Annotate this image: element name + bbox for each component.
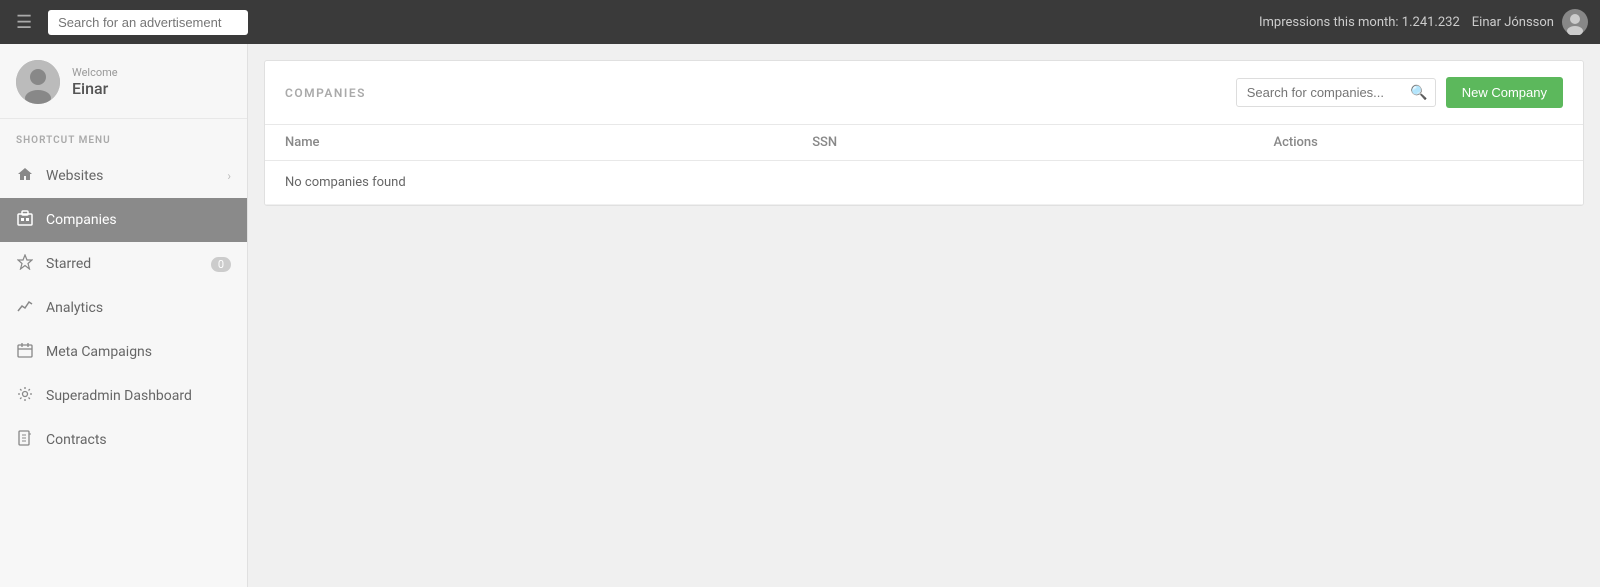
home-icon [16, 166, 34, 186]
analytics-icon [16, 298, 34, 318]
column-ssn: SSN [792, 125, 1253, 161]
star-icon [16, 254, 34, 274]
sidebar-item-label: Superadmin Dashboard [46, 388, 231, 404]
calendar-icon [16, 342, 34, 362]
welcome-label: Welcome [72, 66, 118, 79]
sidebar-item-label: Starred [46, 256, 199, 272]
sidebar-item-superadmin[interactable]: Superadmin Dashboard [0, 374, 247, 418]
main-layout: Welcome Einar SHORTCUT MENU Websites › [0, 44, 1600, 587]
gear-icon [16, 386, 34, 406]
sidebar-item-starred[interactable]: Starred 0 [0, 242, 247, 286]
main-content: COMPANIES 🔍 New Company Name SSN Actions [248, 44, 1600, 587]
companies-table: Name SSN Actions No companies found [265, 125, 1583, 205]
navbar: ☰ Impressions this month: 1.241.232 Eina… [0, 0, 1600, 44]
sidebar-user-info: Welcome Einar [72, 66, 118, 98]
new-company-button[interactable]: New Company [1446, 77, 1563, 108]
header-right: 🔍 New Company [1236, 77, 1563, 108]
document-icon [16, 430, 34, 450]
companies-title: COMPANIES [285, 86, 366, 100]
sidebar-item-analytics[interactable]: Analytics [0, 286, 247, 330]
empty-message: No companies found [265, 161, 1583, 205]
table-row-empty: No companies found [265, 161, 1583, 205]
sidebar: Welcome Einar SHORTCUT MENU Websites › [0, 44, 248, 587]
starred-badge: 0 [211, 257, 231, 272]
sidebar-section-label: SHORTCUT MENU [0, 119, 247, 154]
search-advertisement-input[interactable] [48, 10, 248, 35]
user-info: Einar Jónsson [1472, 9, 1588, 35]
impressions-label: Impressions this month: 1.241.232 [1259, 15, 1460, 30]
sidebar-item-label: Websites [46, 168, 215, 184]
chevron-right-icon: › [227, 169, 231, 183]
sidebar-item-label: Contracts [46, 432, 231, 448]
column-actions: Actions [1253, 125, 1583, 161]
sidebar-item-companies[interactable]: Companies [0, 198, 247, 242]
sidebar-item-label: Meta Campaigns [46, 344, 231, 360]
table-header: Name SSN Actions [265, 125, 1583, 161]
sidebar-item-label: Analytics [46, 300, 231, 316]
column-name: Name [265, 125, 792, 161]
user-avatar-icon [1562, 9, 1588, 35]
username-label: Einar Jónsson [1472, 15, 1554, 30]
companies-icon [16, 210, 34, 230]
sidebar-item-meta-campaigns[interactable]: Meta Campaigns [0, 330, 247, 374]
search-companies-input[interactable] [1236, 78, 1436, 107]
hamburger-menu-icon[interactable]: ☰ [12, 8, 36, 37]
companies-card: COMPANIES 🔍 New Company Name SSN Actions [264, 60, 1584, 206]
sidebar-item-contracts[interactable]: Contracts [0, 418, 247, 462]
search-wrapper: 🔍 [1236, 78, 1436, 107]
companies-header: COMPANIES 🔍 New Company [265, 61, 1583, 125]
sidebar-username: Einar [72, 79, 118, 98]
sidebar-user-section: Welcome Einar [0, 44, 247, 119]
sidebar-item-websites[interactable]: Websites › [0, 154, 247, 198]
table-body: No companies found [265, 161, 1583, 205]
sidebar-item-label: Companies [46, 212, 231, 228]
avatar [16, 60, 60, 104]
